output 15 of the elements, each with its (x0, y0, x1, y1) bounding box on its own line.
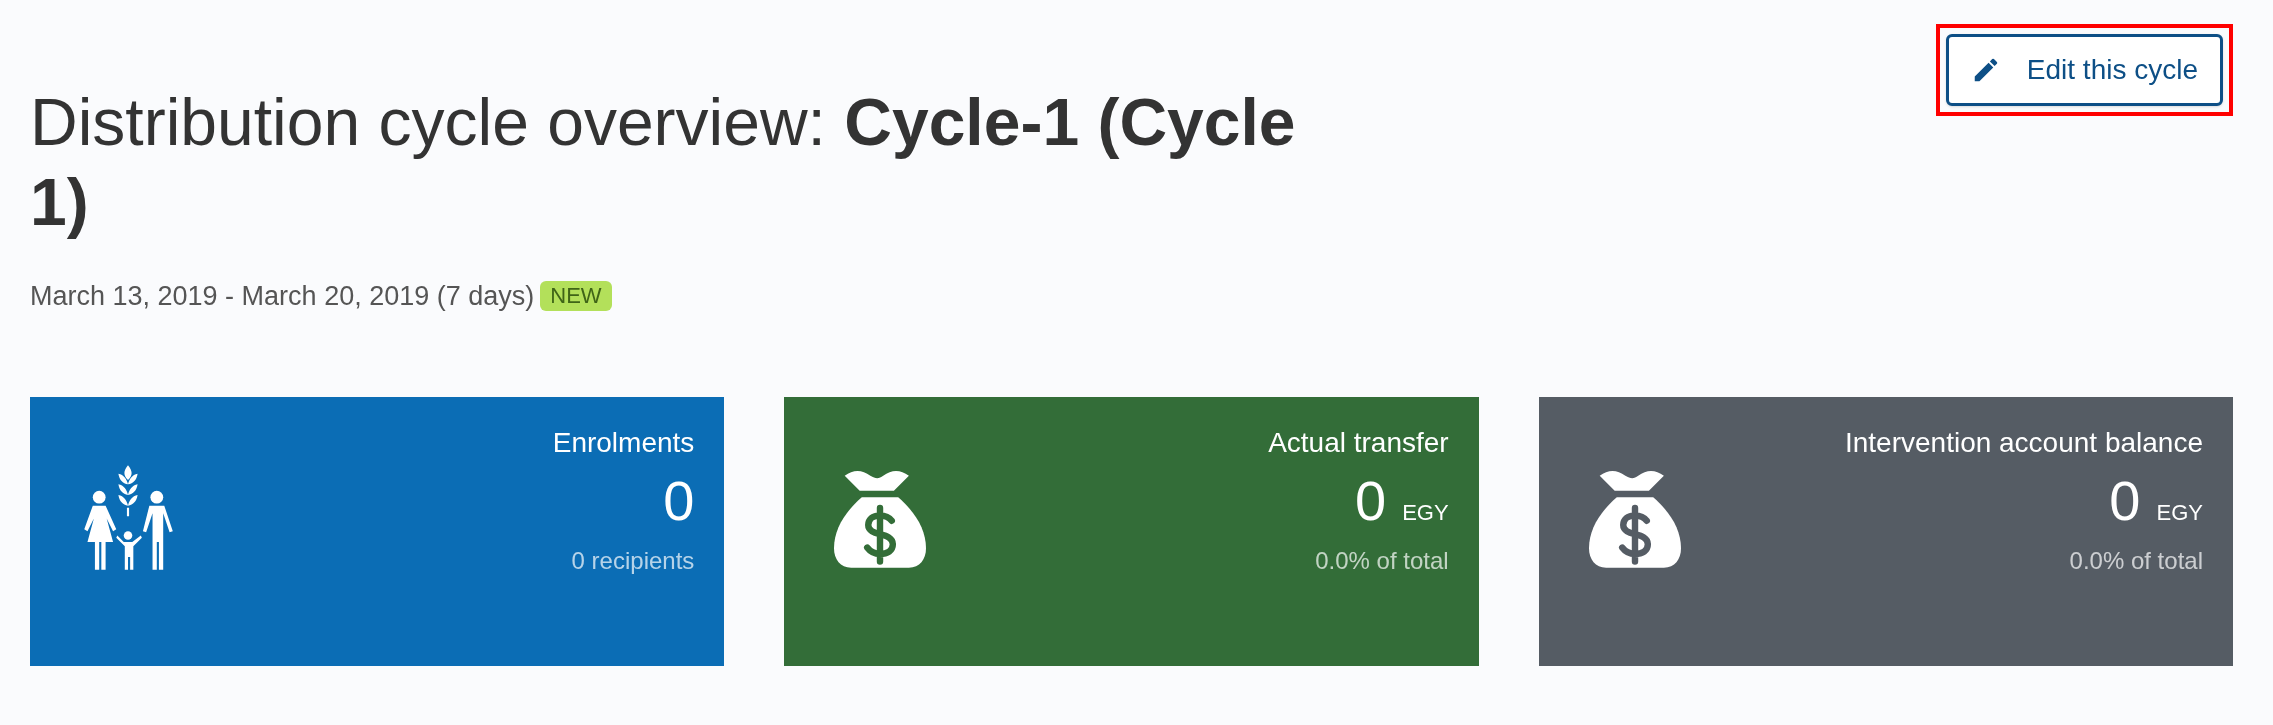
card-value: 0 (663, 470, 695, 531)
edit-button[interactable]: Edit this cycle (1945, 34, 2223, 106)
currency-unit: EGY (2156, 498, 2203, 527)
card-subtitle: 0.0% of total (2069, 545, 2203, 576)
card-label: Intervention account balance (1844, 425, 2203, 460)
card-value: 0 (1355, 470, 1387, 531)
status-badge: NEW (540, 281, 612, 312)
page-title: Distribution cycle overview: Cycle-1 (Cycle 1) (30, 84, 1297, 241)
card-label: Actual transfer (1268, 425, 1449, 460)
currency-unit: EGY (1402, 498, 1449, 527)
date-range: March 13, 2019 - March 20, 2019 (7 days) (30, 280, 535, 313)
card-subtitle: 0 recipients (571, 545, 695, 576)
card-subtitle: 0.0% of total (1315, 545, 1449, 576)
card-label: Enrolments (552, 425, 695, 460)
card-value: 0 (2109, 470, 2141, 531)
